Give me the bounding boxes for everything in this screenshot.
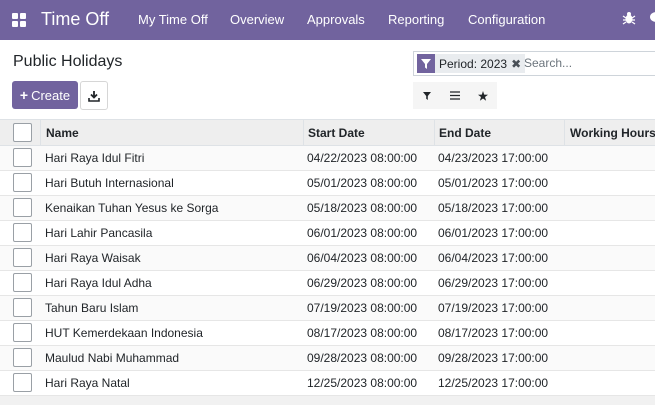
facet-label: Period: 2023	[439, 56, 508, 71]
select-all-checkbox[interactable]	[13, 123, 32, 142]
cell-name: HUT Kemerdekaan Indonesia	[45, 326, 203, 340]
row-checkbox[interactable]	[13, 148, 32, 167]
table-row[interactable]: Maulud Nabi Muhammad 09/28/2023 08:00:00…	[0, 346, 655, 371]
column-header-working-hours[interactable]: Working Hours	[570, 120, 655, 146]
cell-end-date: 06/29/2023 17:00:00	[438, 276, 549, 290]
column-header-name[interactable]: Name	[46, 120, 296, 146]
cell-end-date: 06/04/2023 17:00:00	[438, 251, 549, 265]
search-box[interactable]: Period: 2023 ✖	[413, 51, 655, 76]
apps-grid-icon[interactable]	[12, 13, 26, 27]
cell-end-date: 08/17/2023 17:00:00	[438, 326, 549, 340]
top-navbar: Time Off My Time Off Overview Approvals …	[0, 0, 655, 40]
cell-name: Hari Raya Idul Adha	[45, 276, 152, 290]
table-row[interactable]: Hari Raya Idul Fitri 04/22/2023 08:00:00…	[0, 146, 655, 171]
table-row[interactable]: Hari Raya Natal 12/25/2023 08:00:00 12/2…	[0, 371, 655, 396]
table-header: Name Start Date End Date Working Hours	[0, 119, 655, 146]
search-facet: Period: 2023 ✖	[417, 54, 526, 73]
app-name[interactable]: Time Off	[41, 8, 109, 30]
cell-start-date: 05/01/2023 08:00:00	[307, 176, 418, 190]
cell-start-date: 06/01/2023 08:00:00	[307, 226, 418, 240]
filter-icon	[423, 91, 431, 100]
row-checkbox[interactable]	[13, 373, 32, 392]
row-checkbox[interactable]	[13, 198, 32, 217]
download-icon	[88, 90, 100, 102]
favorite-star-icon	[478, 90, 488, 101]
cell-name: Kenaikan Tuhan Yesus ke Sorga	[45, 201, 219, 215]
cell-start-date: 09/28/2023 08:00:00	[307, 351, 418, 365]
table-row[interactable]: Tahun Baru Islam 07/19/2023 08:00:00 07/…	[0, 296, 655, 321]
search-input[interactable]	[524, 54, 655, 72]
create-button[interactable]: + Create	[12, 81, 78, 109]
bug-icon[interactable]	[622, 11, 636, 28]
search-panel-toggles	[413, 82, 497, 109]
cell-end-date: 06/01/2023 17:00:00	[438, 226, 549, 240]
row-checkbox[interactable]	[13, 348, 32, 367]
cell-end-date: 12/25/2023 17:00:00	[438, 376, 549, 390]
menu-approvals[interactable]: Approvals	[307, 12, 365, 28]
row-checkbox[interactable]	[13, 173, 32, 192]
filter-toggle-button[interactable]	[413, 82, 441, 109]
table-row[interactable]: Hari Lahir Pancasila 06/01/2023 08:00:00…	[0, 221, 655, 246]
download-button[interactable]	[80, 81, 108, 110]
create-label: Create	[31, 87, 71, 103]
chat-icon[interactable]	[649, 11, 655, 28]
menu-overview[interactable]: Overview	[230, 12, 284, 28]
table-row[interactable]: Hari Raya Waisak 06/04/2023 08:00:00 06/…	[0, 246, 655, 271]
cell-name: Maulud Nabi Muhammad	[45, 351, 180, 365]
menu-configuration[interactable]: Configuration	[468, 12, 545, 28]
cell-start-date: 04/22/2023 08:00:00	[307, 151, 418, 165]
table-row[interactable]: Hari Raya Idul Adha 06/29/2023 08:00:00 …	[0, 271, 655, 296]
cell-name: Hari Butuh Internasional	[45, 176, 174, 190]
group-by-icon	[450, 91, 460, 100]
table-row[interactable]: Kenaikan Tuhan Yesus ke Sorga 05/18/2023…	[0, 196, 655, 221]
cell-name: Hari Lahir Pancasila	[45, 226, 153, 240]
table-row[interactable]: Hari Butuh Internasional 05/01/2023 08:0…	[0, 171, 655, 196]
table-footer-strip	[0, 396, 655, 405]
row-checkbox[interactable]	[13, 273, 32, 292]
cell-end-date: 07/19/2023 17:00:00	[438, 301, 549, 315]
group-by-toggle-button[interactable]	[441, 82, 469, 109]
cell-name: Tahun Baru Islam	[45, 301, 139, 315]
filter-icon	[417, 54, 435, 73]
menu-my-time-off[interactable]: My Time Off	[138, 12, 208, 28]
column-header-end-date[interactable]: End Date	[439, 120, 559, 146]
plus-icon: +	[19, 87, 29, 103]
cell-start-date: 06/29/2023 08:00:00	[307, 276, 418, 290]
menu-reporting[interactable]: Reporting	[388, 12, 444, 28]
cell-name: Hari Raya Natal	[45, 376, 130, 390]
cell-name: Hari Raya Waisak	[45, 251, 141, 265]
cell-start-date: 05/18/2023 08:00:00	[307, 201, 418, 215]
cell-name: Hari Raya Idul Fitri	[45, 151, 145, 165]
cell-end-date: 09/28/2023 17:00:00	[438, 351, 549, 365]
table-row[interactable]: HUT Kemerdekaan Indonesia 08/17/2023 08:…	[0, 321, 655, 346]
row-checkbox[interactable]	[13, 323, 32, 342]
cell-end-date: 05/18/2023 17:00:00	[438, 201, 549, 215]
row-checkbox[interactable]	[13, 223, 32, 242]
column-header-start-date[interactable]: Start Date	[308, 120, 428, 146]
cell-start-date: 08/17/2023 08:00:00	[307, 326, 418, 340]
cell-start-date: 06/04/2023 08:00:00	[307, 251, 418, 265]
cell-start-date: 12/25/2023 08:00:00	[307, 376, 418, 390]
cell-end-date: 05/01/2023 17:00:00	[438, 176, 549, 190]
cell-end-date: 04/23/2023 17:00:00	[438, 151, 549, 165]
favorites-toggle-button[interactable]	[469, 82, 497, 109]
cell-start-date: 07/19/2023 08:00:00	[307, 301, 418, 315]
row-checkbox[interactable]	[13, 298, 32, 317]
page-title: Public Holidays	[13, 53, 123, 70]
row-checkbox[interactable]	[13, 248, 32, 267]
